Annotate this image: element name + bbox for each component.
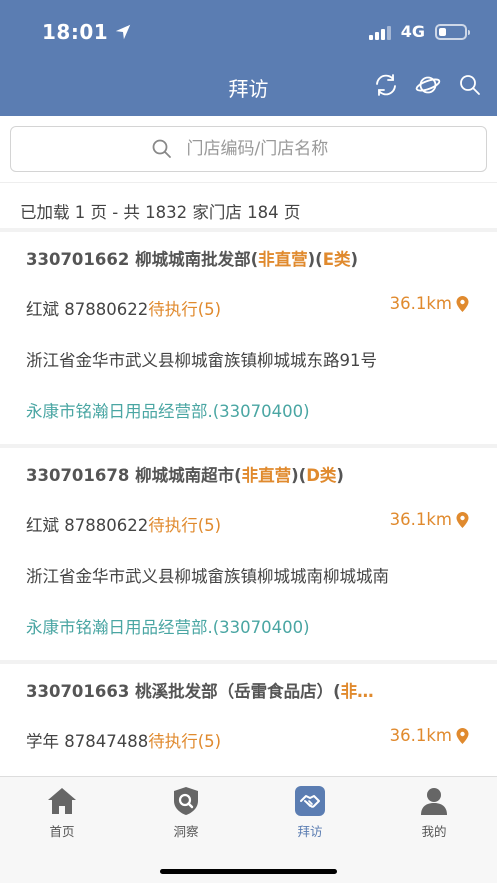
battery-icon [435,23,470,40]
store-class: E类 [322,250,351,269]
user-icon [421,788,447,815]
pending-count: 待执行(5) [148,516,222,535]
store-title: 330701663 桃溪批发部（岳雷食品店）(非… [26,682,374,701]
tab-label: 首页 [49,824,75,839]
home-icon [48,788,76,814]
tab-insight[interactable]: 洞察 [146,785,226,840]
magnifier-icon [152,139,171,158]
tab-bar: 首页 洞察 拜访 我的 [0,776,497,883]
insight-icon [174,787,198,815]
store-distance: 36.1km [390,510,469,529]
store-distance: 36.1km [390,294,469,313]
store-title: 330701662 柳城城南批发部(非直营)(E类) [26,250,359,269]
tab-mine[interactable]: 我的 [394,785,474,840]
status-time: 18:01 [42,20,132,44]
store-type: 非… [340,682,374,701]
status-indicators: 4G [368,22,470,41]
pending-count: 待执行(5) [148,732,222,751]
store-distance: 36.1km [390,726,469,745]
search-box[interactable] [10,126,487,172]
store-dealer[interactable]: 永康市铭瀚日用品经营部.(33070400) [26,398,310,422]
handshake-icon [295,786,325,816]
location-pin-icon [456,511,469,528]
store-contact: 红斌 87880622待执行(5) [26,300,222,319]
nav-actions [373,72,483,98]
tab-label: 我的 [421,824,447,839]
status-bar: 18:01 4G [0,0,497,66]
signal-icon [368,24,391,40]
tab-label: 洞察 [173,824,199,839]
store-dealer[interactable]: 永康市铭瀚日用品经营部.(33070400) [26,614,310,638]
location-pin-icon [456,727,469,744]
store-address: 浙江省金华市武义县柳城畲族镇柳城城南柳城城南 [26,567,389,586]
refresh-icon[interactable] [373,72,399,98]
pending-count: 待执行(5) [148,300,222,319]
tab-visit[interactable]: 拜访 [270,785,350,840]
tab-home[interactable]: 首页 [22,785,102,840]
network-label: 4G [400,22,425,41]
store-card[interactable]: 330701662 柳城城南批发部(非直营)(E类) 红斌 87880622待执… [0,232,497,444]
store-title: 330701678 柳城城南超市(非直营)(D类) [26,466,344,485]
top-bar: 18:01 4G 拜访 [0,0,497,116]
store-type: 非直营 [241,466,292,485]
home-indicator [160,869,337,874]
store-class: D类 [306,466,337,485]
store-contact: 红斌 87880622待执行(5) [26,516,222,535]
search-input[interactable] [186,139,347,159]
store-contact: 学年 87847488待执行(5) [26,732,222,751]
location-arrow-icon [115,24,131,40]
store-address: 浙江省金华市武义县柳城畲族镇柳城城东路91号 [26,351,377,370]
planet-icon[interactable] [415,72,441,98]
store-type: 非直营 [258,250,308,269]
load-summary: 已加载 1 页 - 共 1832 家门店 184 页 [0,182,497,228]
search-section [0,116,497,182]
tab-label: 拜访 [297,824,323,839]
store-card[interactable]: 330701678 柳城城南超市(非直营)(D类) 红斌 87880622待执行… [0,448,497,660]
search-icon[interactable] [457,72,483,98]
location-pin-icon [456,295,469,312]
